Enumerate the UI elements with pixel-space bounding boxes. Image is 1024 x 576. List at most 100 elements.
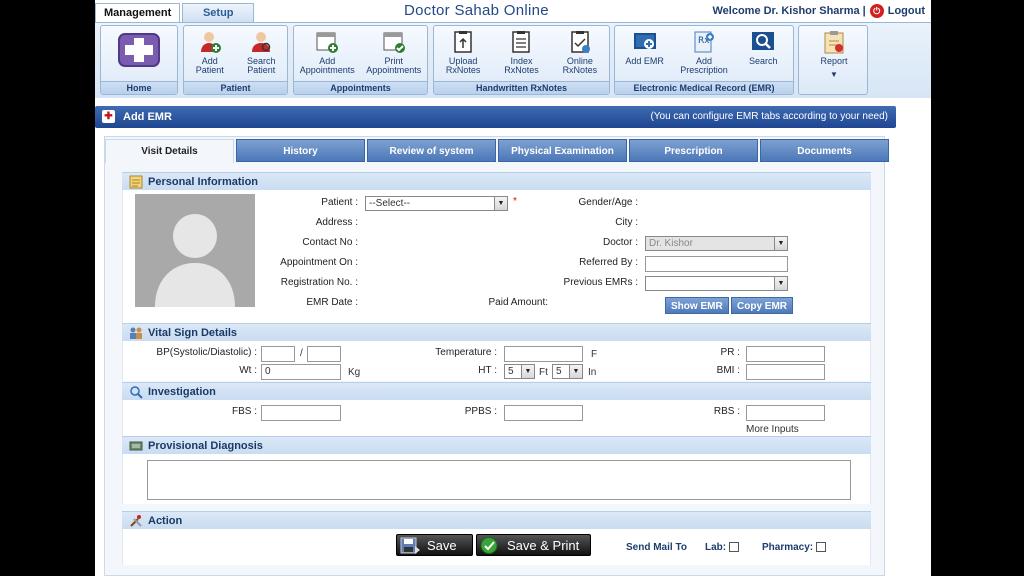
- tab-documents[interactable]: Documents: [760, 139, 889, 162]
- report-dropdown-arrow-icon[interactable]: ▼: [830, 70, 838, 79]
- search-emr-button[interactable]: Search: [734, 28, 793, 82]
- check-circle-icon: [480, 537, 498, 554]
- add-emr-icon: [633, 33, 656, 49]
- doctor-select[interactable]: Dr. Kishor ▼: [645, 236, 788, 251]
- add-appointments-button[interactable]: Add Appointments: [297, 28, 357, 82]
- tab-management[interactable]: Management: [95, 3, 181, 22]
- home-group: Home: [100, 25, 178, 95]
- bp-label: BP(Systolic/Diastolic) :: [156, 347, 257, 358]
- feet-unit: Ft: [539, 367, 548, 378]
- chevron-down-icon: ▼: [774, 237, 787, 250]
- keyboard-icon: [129, 441, 143, 451]
- notepad-icon: [129, 175, 143, 189]
- pr-label: PR :: [720, 347, 740, 358]
- add-emr-titlebar: ✚ Add EMR (You can configure EMR tabs ac…: [95, 106, 896, 128]
- hospital-cross-icon: [118, 33, 160, 67]
- ppbs-input[interactable]: [504, 405, 583, 421]
- tools-icon: [130, 515, 142, 527]
- personal-info-body: Patient : --Select-- ▼ * Address : Contac…: [122, 190, 871, 323]
- inch-unit: In: [588, 367, 597, 378]
- bmi-input[interactable]: [746, 364, 825, 380]
- print-appointments-button[interactable]: Print Appointments: [364, 28, 424, 82]
- index-rxnotes-button[interactable]: Index RxNotes: [492, 28, 550, 82]
- power-icon[interactable]: ⏻: [869, 4, 884, 18]
- person-silhouette-icon: [155, 214, 235, 307]
- save-and-print-button[interactable]: Save & Print: [476, 534, 591, 556]
- emr-tabs: Visit Details History Review of system P…: [105, 139, 891, 163]
- diagnosis-textarea[interactable]: [147, 460, 851, 500]
- search-patient-button[interactable]: Search Patient: [236, 28, 288, 82]
- weight-unit: Kg: [348, 367, 361, 378]
- configure-hint: (You can configure EMR tabs according to…: [650, 111, 888, 122]
- magnifier-icon: [752, 32, 775, 50]
- investigation-title: Investigation: [148, 386, 216, 398]
- diagnosis-body: [122, 454, 871, 504]
- report-button[interactable]: Report ▼: [804, 28, 864, 79]
- more-inputs-link[interactable]: More Inputs: [746, 424, 799, 435]
- personal-info-title: Personal Information: [148, 176, 259, 188]
- tab-prescription[interactable]: Prescription: [629, 139, 758, 162]
- appointments-group: Add Appointments Print Appointments Appo…: [293, 25, 428, 95]
- action-title: Action: [148, 515, 183, 527]
- add-prescription-button[interactable]: Rx Add Prescription: [674, 28, 733, 82]
- page-title: Add EMR: [123, 111, 172, 123]
- bp-diastolic-input[interactable]: [307, 346, 341, 362]
- fbs-input[interactable]: [261, 405, 341, 421]
- magnifier-icon: [130, 386, 143, 399]
- tab-review-of-system[interactable]: Review of system: [367, 139, 496, 162]
- floppy-disk-icon: [400, 537, 420, 554]
- diagnosis-title: Provisional Diagnosis: [148, 440, 263, 452]
- required-marker: *: [513, 196, 517, 207]
- add-emr-button[interactable]: Add EMR: [615, 28, 674, 82]
- tab-physical-examination[interactable]: Physical Examination: [498, 139, 627, 162]
- add-patient-icon: [200, 32, 221, 53]
- index-note-icon: [512, 31, 531, 53]
- height-label: HT :: [478, 365, 497, 376]
- weight-label: Wt :: [239, 365, 257, 376]
- height-feet-select[interactable]: 5 ▼: [504, 364, 535, 379]
- home-button[interactable]: [104, 28, 174, 82]
- chevron-down-icon: ▼: [774, 277, 787, 290]
- vital-signs-title: Vital Sign Details: [148, 327, 238, 339]
- lab-label: Lab:: [705, 542, 739, 553]
- online-rxnotes-button[interactable]: Online RxNotes: [551, 28, 609, 82]
- bp-systolic-input[interactable]: [261, 346, 295, 362]
- upload-rxnotes-button[interactable]: Upload RxNotes: [434, 28, 492, 82]
- save-button[interactable]: Save: [396, 534, 473, 556]
- tab-setup[interactable]: Setup: [182, 3, 255, 22]
- referred-by-input[interactable]: [645, 256, 788, 272]
- show-emr-button[interactable]: Show EMR: [665, 297, 729, 314]
- temperature-unit: F: [591, 349, 598, 360]
- patient-group-label: Patient: [184, 81, 287, 94]
- chevron-down-icon: ▼: [569, 365, 582, 378]
- temperature-input[interactable]: [504, 346, 583, 362]
- rxnotes-group-label: Handwritten RxNotes: [434, 81, 609, 94]
- rbs-input[interactable]: [746, 405, 825, 421]
- tab-history[interactable]: History: [236, 139, 365, 162]
- app-title: Doctor Sahab Online: [404, 2, 549, 19]
- weight-input[interactable]: 0: [261, 364, 341, 380]
- lab-checkbox[interactable]: [728, 542, 739, 553]
- copy-emr-button[interactable]: Copy EMR: [731, 297, 793, 314]
- chevron-down-icon: ▼: [494, 197, 507, 210]
- patient-photo-placeholder: [135, 194, 255, 307]
- temperature-label: Temperature :: [435, 347, 497, 358]
- paid-amount-label: Paid Amount:: [488, 297, 548, 308]
- logout-link[interactable]: Logout: [888, 5, 925, 17]
- medical-cross-icon: ✚: [102, 110, 115, 123]
- emr-group: Add EMR Rx Add Prescription Search Elect…: [614, 25, 794, 95]
- height-inches-select[interactable]: 5 ▼: [552, 364, 583, 379]
- personal-info-header: Personal Information: [122, 172, 871, 190]
- tab-visit-details[interactable]: Visit Details: [105, 139, 234, 163]
- prescription-icon: Rx: [694, 31, 714, 53]
- pharmacy-checkbox[interactable]: [815, 542, 826, 553]
- pr-input[interactable]: [746, 346, 825, 362]
- ppbs-label: PPBS :: [464, 406, 497, 417]
- previous-emrs-select[interactable]: ▼: [645, 276, 788, 291]
- top-nav-tabs: Management Setup: [95, 3, 256, 22]
- appointment-label: Appointment On :: [280, 257, 358, 268]
- patient-select[interactable]: --Select-- ▼: [365, 196, 508, 211]
- referred-by-label: Referred By :: [579, 257, 638, 268]
- pharmacy-label: Pharmacy:: [762, 542, 826, 553]
- add-patient-button[interactable]: Add Patient: [184, 28, 236, 82]
